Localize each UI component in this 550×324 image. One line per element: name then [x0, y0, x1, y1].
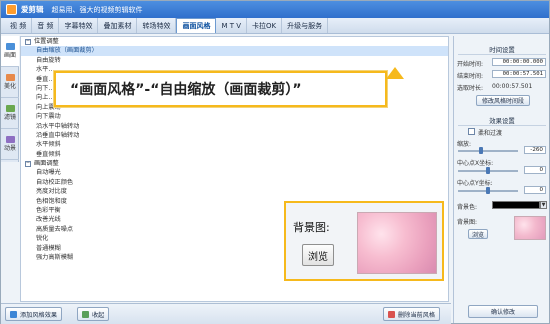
list-item-free-zoom[interactable]: 自由缩放（画面裁剪） — [21, 46, 448, 56]
menu-picture-style[interactable]: 画面风格 — [176, 18, 217, 33]
background-color-swatch[interactable] — [492, 201, 540, 209]
add-style-label: 添加风格效果 — [20, 311, 58, 319]
background-image-preview — [357, 212, 437, 274]
app-logo-icon — [6, 4, 17, 15]
list-item[interactable]: 沿水平中轴转动 — [21, 122, 448, 131]
group-title: 画面调整 — [34, 160, 59, 168]
style-category-tabs: 画面 美化 滤镜 动景 — [1, 36, 19, 162]
group-position-adjust[interactable]: − 位置调整 — [21, 37, 448, 46]
title-bar: 爱剪辑 超易用、强大的视频剪辑软件 — [1, 1, 549, 18]
collapse-label: 收起 — [92, 311, 105, 319]
tab-beautify-label: 美化 — [3, 83, 16, 90]
delete-icon — [388, 310, 395, 318]
background-color-label: 背景色: — [457, 204, 478, 211]
menu-upgrade-service[interactable]: 升级与服务 — [282, 18, 329, 33]
menu-video[interactable]: 视 频 — [5, 18, 33, 33]
end-time-field[interactable]: 00:00:57.501 — [492, 70, 546, 78]
add-icon — [10, 310, 17, 318]
callout-text: “画面风格”-“自由缩放（画面裁剪）” — [70, 82, 302, 98]
delete-style-button[interactable]: 删除当前风格 — [383, 307, 441, 321]
center-x-value-field[interactable]: 0 — [524, 166, 546, 174]
collapse-icon[interactable]: − — [25, 38, 31, 45]
zoom-value-field[interactable]: -260 — [524, 146, 546, 154]
tab-filter[interactable]: 滤镜 — [1, 98, 19, 129]
time-settings-title: 时间设置 — [489, 46, 515, 54]
browse-small-button[interactable]: 浏览 — [468, 229, 488, 239]
menu-audio[interactable]: 音 频 — [32, 18, 60, 33]
tab-picture[interactable]: 画面 — [1, 36, 19, 67]
duration-label: 选取时长: — [457, 85, 484, 92]
center-x-slider[interactable] — [458, 167, 518, 174]
start-time-field[interactable]: 00:00:00.000 — [492, 58, 546, 66]
browse-button[interactable]: 浏览 — [302, 244, 334, 266]
list-item[interactable]: 自动曝光 — [21, 168, 448, 177]
list-item[interactable]: 亮度对比度 — [21, 187, 448, 196]
picture-icon — [5, 43, 15, 50]
settings-panel: 时间设置 开始时间: 00:00:00.000 结束时间: 00:00:57.5… — [453, 36, 549, 323]
add-style-button[interactable]: 添加风格效果 — [5, 307, 63, 321]
list-item[interactable]: 自由旋转 — [21, 56, 448, 65]
list-item[interactable]: 自动校正颜色 — [21, 178, 448, 187]
callout-pointer — [386, 67, 404, 79]
list-item[interactable]: 向下震动 — [21, 112, 448, 121]
modify-time-button[interactable]: 修改风格时间段 — [476, 95, 530, 106]
collapse-icon[interactable]: − — [25, 160, 31, 167]
main-menu-bar: 视 频 音 频 字幕特效 叠加素材 转场特效 画面风格 M T V 卡拉OK 升… — [1, 18, 549, 34]
center-y-label: 中心点Y坐标: — [457, 180, 493, 187]
background-image-label: 背景图: — [293, 221, 330, 234]
confirm-modify-button[interactable]: 确认修改 — [468, 305, 538, 318]
group-title: 位置调整 — [34, 38, 59, 45]
divider — [458, 125, 546, 126]
menu-karaoke[interactable]: 卡拉OK — [247, 18, 283, 33]
group-picture-adjust[interactable]: − 画面调整 — [21, 159, 448, 168]
zoom-slider-knob[interactable] — [479, 147, 483, 154]
color-dropdown-icon[interactable]: ▼ — [540, 201, 547, 209]
menu-transition-effects[interactable]: 转场特效 — [137, 18, 177, 33]
soft-transition-checkbox[interactable] — [468, 128, 475, 135]
menu-subtitle-effects[interactable]: 字幕特效 — [59, 18, 99, 33]
tab-beautify[interactable]: 美化 — [1, 67, 19, 98]
center-y-slider[interactable] — [458, 187, 518, 194]
center-y-slider-knob[interactable] — [486, 187, 490, 194]
app-slogan: 超易用、强大的视频剪辑软件 — [51, 5, 143, 14]
center-x-slider-knob[interactable] — [486, 167, 490, 174]
bottom-toolbar: 添加风格效果 收起 删除当前风格 — [1, 303, 451, 324]
effect-settings-title: 效果设置 — [489, 117, 515, 125]
divider — [458, 54, 546, 55]
app-window: 爱剪辑 超易用、强大的视频剪辑软件 视 频 音 频 字幕特效 叠加素材 转场特效… — [0, 0, 550, 324]
tab-filter-label: 滤镜 — [3, 114, 16, 121]
end-time-label: 结束时间: — [457, 73, 484, 80]
menu-path-callout: “画面风格”-“自由缩放（画面裁剪）” — [54, 67, 404, 107]
tab-motion[interactable]: 动景 — [1, 129, 19, 160]
background-image-thumbnail — [514, 216, 546, 240]
background-image-callout: 背景图: 浏览 — [284, 201, 444, 281]
list-item[interactable]: 水平倾斜 — [21, 140, 448, 149]
tab-motion-label: 动景 — [3, 145, 16, 152]
background-image-label: 背景图: — [457, 219, 478, 226]
delete-style-label: 删除当前风格 — [398, 311, 436, 319]
zoom-slider[interactable] — [458, 147, 518, 154]
list-item[interactable]: 沿垂直中轴转动 — [21, 131, 448, 140]
duration-value: 00:00:57.501 — [492, 83, 533, 90]
list-item[interactable]: 垂直倾斜 — [21, 150, 448, 159]
motion-icon — [5, 136, 15, 143]
soft-transition-label: 柔和过渡 — [478, 130, 503, 137]
filter-icon — [5, 105, 15, 112]
brush-icon — [5, 74, 15, 81]
collapse-button[interactable]: 收起 — [77, 307, 110, 321]
zoom-label: 缩放: — [457, 141, 472, 148]
collapse-icon — [82, 310, 89, 318]
center-y-value-field[interactable]: 0 — [524, 186, 546, 194]
menu-overlay-material[interactable]: 叠加素材 — [98, 18, 138, 33]
app-name: 爱剪辑 — [21, 5, 44, 14]
tab-picture-label: 画面 — [3, 52, 16, 59]
menu-mtv[interactable]: M T V — [216, 18, 248, 33]
center-x-label: 中心点X坐标: — [457, 160, 494, 167]
start-time-label: 开始时间: — [457, 61, 484, 68]
